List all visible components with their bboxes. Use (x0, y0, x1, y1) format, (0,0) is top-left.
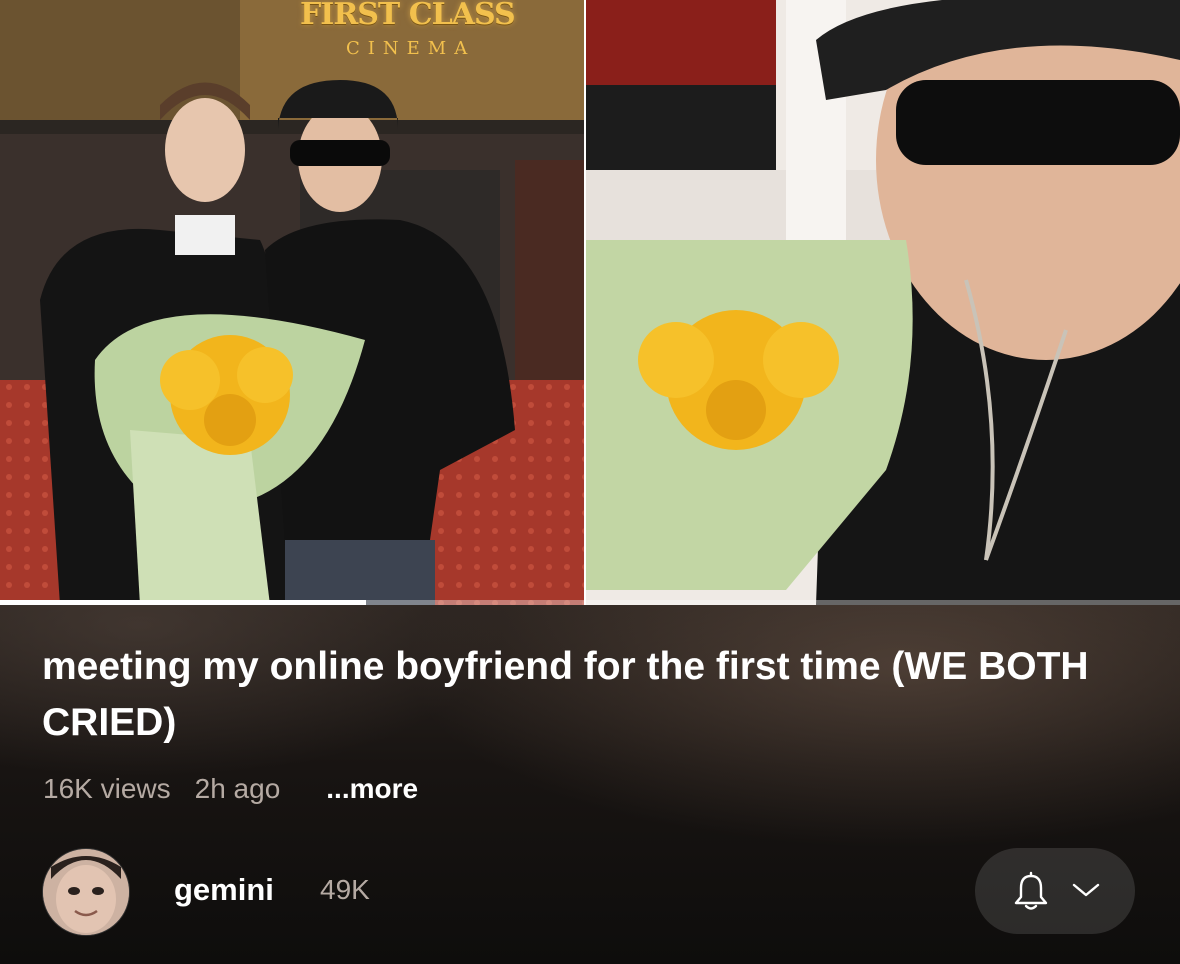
bell-icon (1014, 871, 1048, 910)
notification-bell-button[interactable] (975, 848, 1135, 934)
cinema-sign-subtitle: CINEMA (346, 38, 476, 59)
video-title[interactable]: meeting my online boyfriend for the firs… (42, 639, 1152, 751)
channel-avatar[interactable] (42, 848, 130, 936)
upload-time: 2h ago (194, 773, 281, 804)
chevron-down-icon (1072, 883, 1100, 897)
video-thumbnail-right (586, 0, 1180, 605)
subscriber-count: 49K (320, 874, 370, 905)
video-thumbnail-left: FIRST CLASS CINEMA (0, 0, 584, 605)
cinema-sign-title: FIRST CLASS (300, 0, 516, 32)
video-meta: 16K views 2h ago ...more (43, 773, 418, 805)
video-player[interactable]: FIRST CLASS CINEMA (0, 0, 1180, 605)
channel-row: gemini 49K (42, 848, 642, 936)
selfie-illustration (586, 0, 1180, 605)
channel-name[interactable]: gemini (174, 872, 274, 908)
video-watch-page: FIRST CLASS CINEMA meeting my online boy… (0, 0, 1180, 964)
view-count: 16K views (43, 773, 171, 804)
avatar-face-image (43, 849, 129, 935)
video-info-panel: meeting my online boyfriend for the firs… (0, 605, 1180, 964)
cinema-scene-illustration (0, 0, 584, 605)
more-link[interactable]: ...more (326, 773, 418, 805)
